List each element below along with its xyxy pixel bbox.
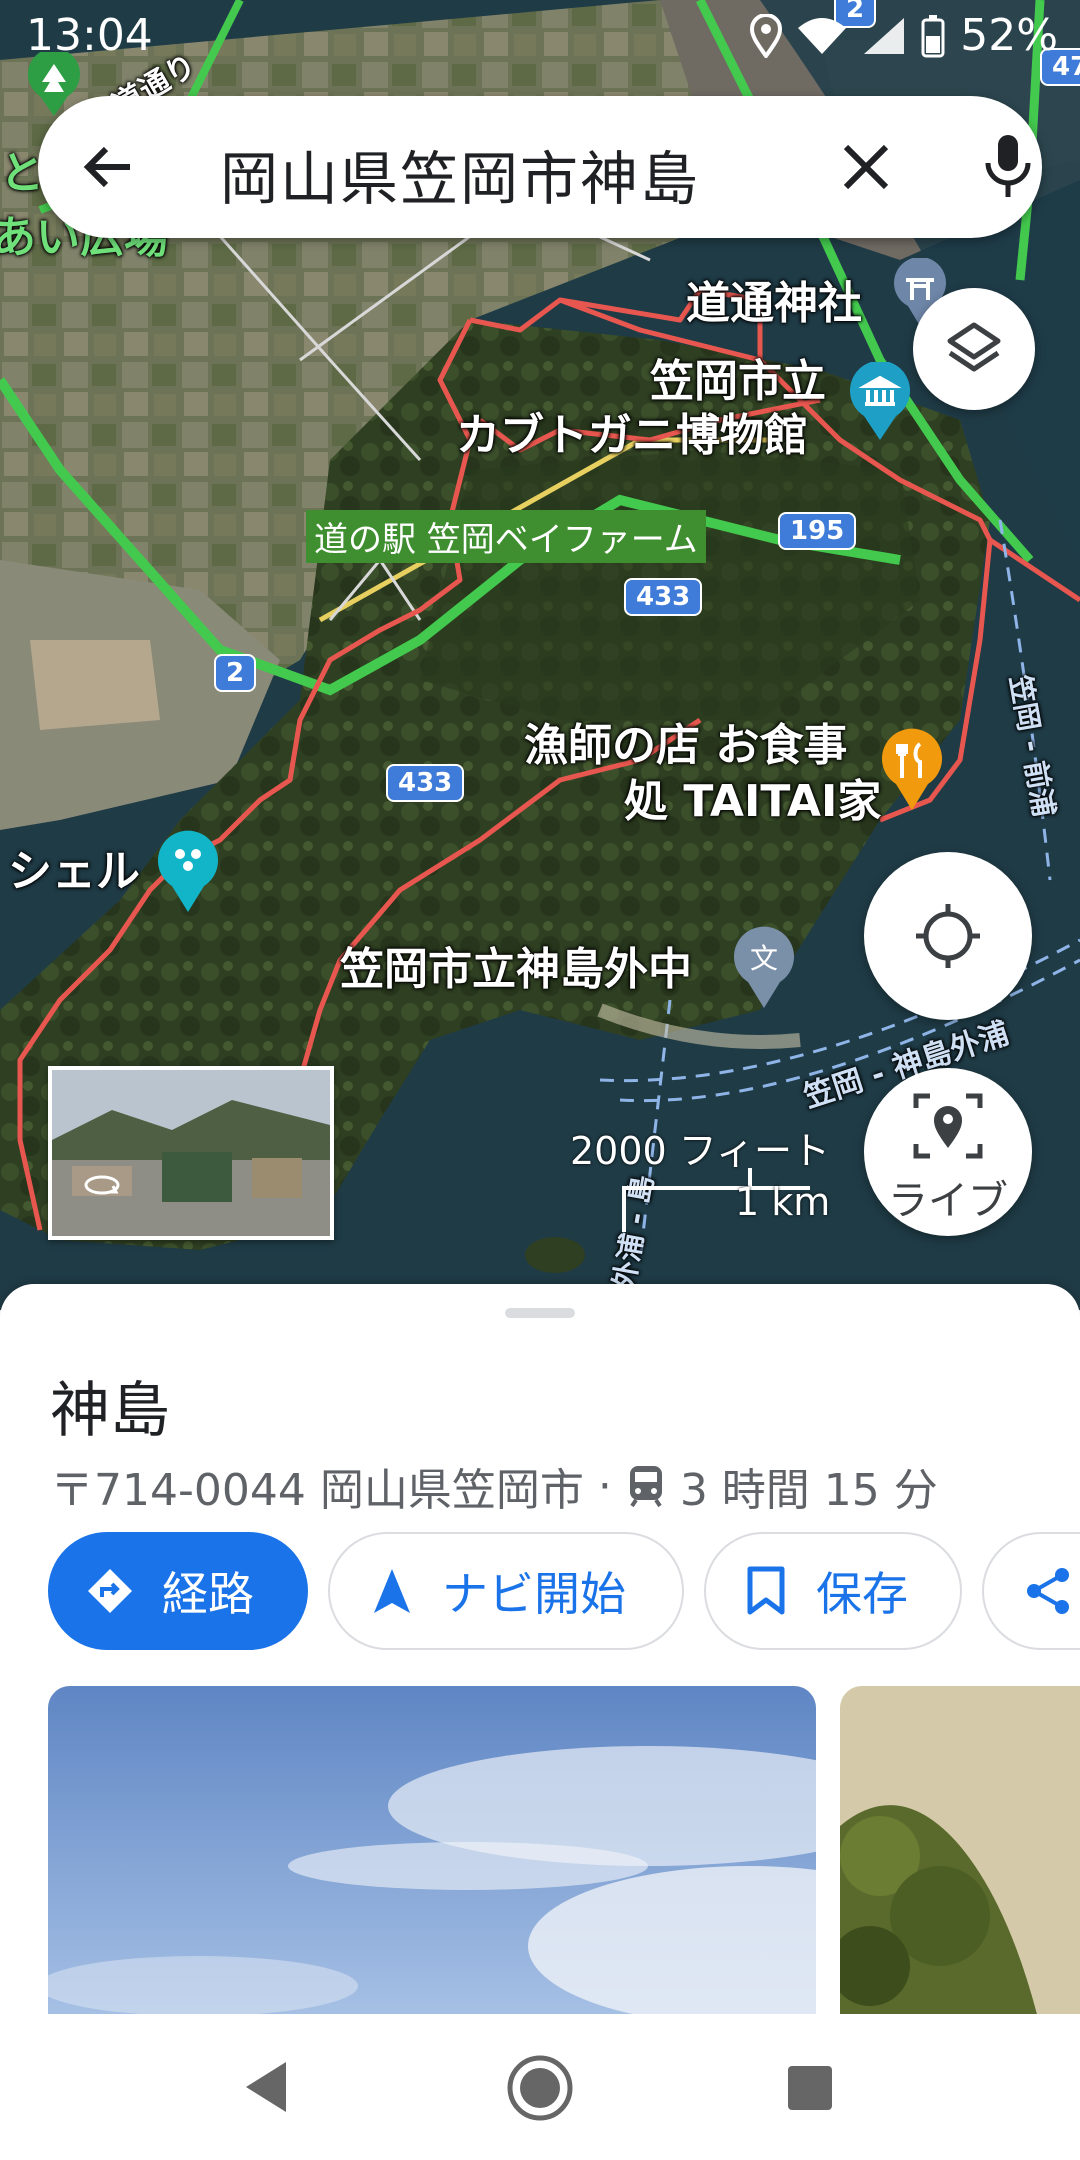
subtitle-separator: · (597, 1460, 612, 1512)
place-address: 〒714-0044 岡山県笠岡市 (50, 1465, 584, 1516)
nav-home-icon[interactable] (506, 2054, 574, 2122)
directions-label: 経路 (162, 1567, 254, 1621)
school-pin-icon[interactable]: 文 (732, 926, 796, 1014)
road-shield-195: 195 (778, 512, 857, 550)
map-label-restaurant-2[interactable]: 処 TAITAI家 (624, 776, 881, 828)
street-view-thumbnail[interactable] (48, 1066, 334, 1240)
place-subtitle: 〒714-0044 岡山県笠岡市 · 3 時間 15 分 (50, 1454, 938, 1518)
live-view-button[interactable]: ライブ (864, 1068, 1032, 1236)
street-view-image (52, 1070, 330, 1236)
status-bar: 13:04 52% (0, 0, 1080, 70)
clear-icon[interactable] (836, 137, 896, 197)
battery-icon (921, 14, 945, 57)
layers-icon (947, 322, 1001, 372)
directions-icon (88, 1569, 132, 1613)
restaurant-pin-icon[interactable] (880, 728, 944, 816)
place-sheet[interactable]: 神島 〒714-0044 岡山県笠岡市 · 3 時間 15 分 経路 ナビ開始 … (0, 1284, 1080, 2014)
svg-text:文: 文 (750, 942, 778, 975)
place-photo[interactable] (48, 1686, 816, 2014)
crosshair-icon (916, 904, 980, 968)
layers-button[interactable] (913, 288, 1035, 410)
road-shield-2: 2 (214, 654, 257, 692)
map-label-museum-2[interactable]: カブトガニ博物館 (456, 410, 808, 462)
start-navigation-label: ナビ開始 (442, 1567, 626, 1621)
microphone-icon[interactable] (978, 133, 1038, 201)
road-shield-433-b: 433 (386, 764, 465, 802)
nav-back-icon[interactable] (242, 2060, 290, 2114)
sheet-drag-handle[interactable] (505, 1308, 575, 1318)
navigation-arrow-icon (374, 1569, 410, 1613)
live-view-icon (913, 1093, 983, 1159)
wifi-icon (798, 17, 847, 54)
map-label-school[interactable]: 笠岡市立神島外中 (340, 944, 692, 996)
battery-percent: 52% (960, 10, 1058, 61)
bookmark-icon (747, 1566, 785, 1615)
search-bar[interactable]: 岡山県笠岡市神島 (38, 96, 1042, 238)
rotate-360-icon (84, 1175, 120, 1195)
road-shield-433-a: 433 (624, 578, 703, 616)
place-name: 神島 (50, 1376, 170, 1446)
location-icon (750, 13, 783, 58)
back-arrow-icon[interactable] (78, 137, 138, 197)
place-photo-2[interactable] (840, 1686, 1080, 2014)
scale-km: 1 km (735, 1180, 831, 1224)
share-icon (1027, 1568, 1069, 1614)
share-button[interactable] (982, 1532, 1080, 1650)
map-label-museum-1[interactable]: 笠岡市立 (650, 356, 826, 408)
tree-photo (840, 1686, 1080, 2014)
live-view-label: ライブ (888, 1178, 1008, 1224)
map-label-shell[interactable]: シェル (8, 846, 140, 898)
transit-time: 3 時間 15 分 (679, 1465, 938, 1516)
nav-recents-icon[interactable] (786, 2064, 834, 2112)
train-icon (629, 1466, 662, 1508)
status-time: 13:04 (26, 10, 153, 61)
map-label-shrine[interactable]: 道通神社 (686, 278, 862, 330)
search-query[interactable]: 岡山県笠岡市神島 (220, 132, 700, 216)
map-label-roadside-station[interactable]: 道の駅 笠岡ベイファーム (306, 510, 706, 563)
directions-button[interactable]: 経路 (48, 1532, 308, 1650)
sky-photo (48, 1686, 816, 2014)
save-button[interactable]: 保存 (704, 1532, 962, 1650)
system-navigation-bar (0, 2014, 1080, 2160)
signal-icon (864, 17, 905, 54)
gas-station-pin-icon[interactable] (156, 830, 220, 918)
save-label: 保存 (816, 1567, 908, 1621)
museum-pin-icon[interactable] (848, 360, 912, 446)
map-label-restaurant-1[interactable]: 漁師の店 お食事 (524, 720, 847, 772)
my-location-button[interactable] (864, 852, 1032, 1020)
start-navigation-button[interactable]: ナビ開始 (328, 1532, 684, 1650)
